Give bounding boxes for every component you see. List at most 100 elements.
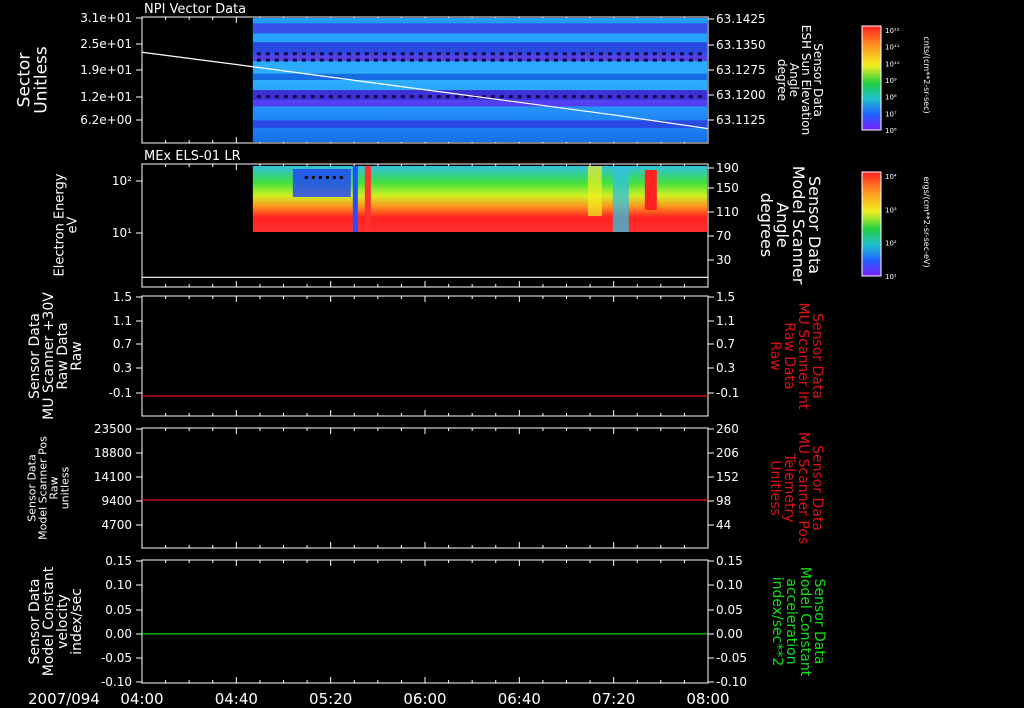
panel-2: MEx ELS-01 LR 10² 10¹ 190 150 110 70 30 Electron… [53,149,931,288]
heatmap-cell [391,58,396,62]
heatmap-cell [670,95,675,99]
heatmap-band [252,23,707,34]
heatmap-cell [562,95,567,99]
colorbar-tick: 10⁶ [885,127,897,135]
heatmap-cell [625,58,630,62]
heatmap-band [252,120,707,128]
time-tick-label: 05:20 [309,690,352,708]
heatmap-cell [337,52,342,56]
heatmap-cell [634,52,639,56]
heatmap-cell [319,52,324,56]
left-axis-label: Sensor DataModel Constantvelocityindex/s… [27,566,85,676]
heatmap-cell [445,52,450,56]
heatmap-cell [274,95,279,99]
left-tick-label: 1.9e+01 [80,63,132,77]
right-tick-label: 63.1125 [716,113,766,127]
heatmap-cell [472,58,477,62]
time-tick-label: 08:00 [686,690,729,708]
heatmap-cell [643,95,648,99]
heatmap-patch [587,166,602,216]
right-tick-label: 30 [716,253,731,267]
time-tick-label: 07:20 [592,690,635,708]
heatmap-cell [553,58,558,62]
colorbar-label: NF [868,16,879,24]
left-tick-label: 10¹ [112,226,132,240]
heatmap-cell [382,52,387,56]
heatmap-cell [256,58,261,62]
right-tick-label: 260 [716,422,739,436]
heatmap-cell [616,52,621,56]
colorbar-tick: 10⁸ [885,94,897,102]
left-tick-label: -0.1 [109,386,132,400]
right-tick-label: 44 [716,518,731,532]
heatmap-cell [265,58,270,62]
colorbar-unit: ergs/(cm**2-sr-sec-eV) [922,176,931,267]
heatmap-cell [508,95,513,99]
heatmap-cell [544,95,549,99]
right-tick-label: 110 [716,205,739,219]
heatmap-cell [400,52,405,56]
heatmap-cell [661,52,666,56]
heatmap-cell [490,58,495,62]
heatmap-cell [355,95,360,99]
left-axis-label: Sensor DataModel Scanner PosRawunitless [26,436,72,540]
heatmap-cell [544,52,549,56]
heatmap-band [252,73,707,80]
heatmap-cell [311,176,315,179]
right-axis-label: Sensor DataModel Constantaccelerationind… [769,567,827,677]
right-tick-label: 1.1 [716,314,735,328]
left-tick-label: 0.15 [105,554,132,568]
heatmap-cell [373,52,378,56]
heatmap-cell [571,52,576,56]
heatmap-cell [499,52,504,56]
heatmap-cell [472,52,477,56]
heatmap-cell [436,95,441,99]
heatmap-cell [310,58,315,62]
heatmap-cell [499,95,504,99]
heatmap-cell [616,95,621,99]
heatmap-cell [427,58,432,62]
heatmap-cell [274,52,279,56]
heatmap-cell [481,52,486,56]
heatmap-cell [661,95,666,99]
right-tick-label: 190 [716,161,739,175]
heatmap-cell [598,95,603,99]
heatmap-cell [332,176,336,179]
heatmap-cell [562,52,567,56]
heatmap-cell [445,58,450,62]
heatmap-cell [517,52,522,56]
heatmap-cell [580,52,585,56]
heatmap-cell [499,58,504,62]
right-tick-label: 98 [716,494,731,508]
right-axis-label: Sensor DataESH Sun ElevationAngledegree [775,25,825,135]
heatmap-cell [463,52,468,56]
heatmap-cell [697,95,702,99]
right-tick-label: 70 [716,229,731,243]
left-tick-label: -0.05 [101,651,132,665]
colorbar-tick: 10¹² [885,27,900,35]
left-tick-label: 14100 [94,470,132,484]
heatmap-cell [508,58,513,62]
heatmap-cell [364,52,369,56]
heatmap-cell [562,58,567,62]
heatmap-cell [517,58,522,62]
heatmap-cell [418,58,423,62]
heatmap-cell [318,176,322,179]
right-axis-label: Sensor DataMU Scanner PosTelemetryUnitle… [767,432,825,544]
heatmap-cell [319,58,324,62]
right-tick-label: 0.05 [716,603,743,617]
heatmap-cell [697,58,702,62]
heatmap-cell [301,95,306,99]
heatmap-cell [490,95,495,99]
left-tick-label: 3.1e+01 [80,11,132,25]
left-tick-label: 9400 [101,494,132,508]
right-tick-label: 63.1200 [716,88,766,102]
heatmap-band [252,100,707,107]
heatmap-cell [409,52,414,56]
heatmap-patch [612,166,629,232]
left-tick-label: 1.5 [113,290,132,304]
els-colorbar: DEF10⁴ 10³ 10² 10¹ ergs/(cm**2-sr-sec-eV) [861,162,931,281]
heatmap-cell [616,58,621,62]
heatmap-cell [445,95,450,99]
heatmap-cell [517,95,522,99]
